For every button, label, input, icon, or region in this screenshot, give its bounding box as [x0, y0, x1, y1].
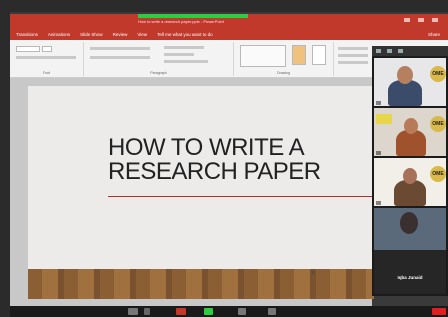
leave-meeting-button[interactable] [432, 308, 446, 315]
participant-tile[interactable]: OME [374, 58, 446, 106]
ribbon-group-drawing: Drawing [234, 42, 334, 76]
panel-toolbar [372, 46, 448, 56]
font-format-buttons[interactable] [16, 56, 76, 59]
close-icon[interactable] [432, 18, 438, 22]
ribbon-tabs: Transitions Animations Slide Show Review… [10, 28, 448, 40]
shapes-gallery[interactable] [240, 45, 286, 67]
share-button[interactable]: Share [428, 32, 440, 37]
slide[interactable]: HOW TO WRITE A RESEARCH PAPER ↖ [28, 86, 374, 299]
font-group-label: Font [42, 71, 50, 75]
shape-outline-button[interactable] [338, 54, 368, 57]
slide-title: HOW TO WRITE A RESEARCH PAPER [108, 136, 378, 184]
slide-title-line2: RESEARCH PAPER [108, 158, 321, 185]
tab-transitions[interactable]: Transitions [16, 32, 38, 37]
grid-view-icon[interactable] [376, 49, 381, 53]
ribbon-group-paragraph: Paragraph [84, 42, 234, 76]
tab-review[interactable]: Review [113, 32, 128, 37]
wall-sign [376, 114, 392, 124]
reactions-icon[interactable] [268, 308, 276, 315]
tab-view[interactable]: View [137, 32, 147, 37]
convert-smartart-button[interactable] [164, 60, 208, 63]
paragraph-buttons-row1[interactable] [90, 47, 150, 50]
participant-tile-active[interactable]: Iqba Junaid [374, 208, 446, 294]
wood-floor-graphic [28, 269, 374, 299]
ribbon-group-shape-format [334, 42, 374, 76]
participant-name-label [376, 101, 381, 105]
title-underline [108, 196, 374, 197]
participant-face [404, 118, 418, 134]
tab-animations[interactable]: Animations [48, 32, 70, 37]
share-screen-icon[interactable] [204, 308, 213, 315]
quick-styles-button[interactable] [312, 45, 326, 65]
participant-tile[interactable]: OME [374, 108, 446, 156]
participant-name-label [376, 201, 381, 205]
font-size-box[interactable] [42, 46, 52, 52]
organization-logo: OME [430, 116, 446, 132]
participants-panel: OME OME OME Iqba Junaid [372, 46, 448, 296]
paragraph-buttons-row2[interactable] [90, 56, 150, 59]
align-text-button[interactable] [164, 53, 194, 56]
font-name-box[interactable] [16, 46, 40, 52]
minimize-icon[interactable] [404, 18, 410, 22]
slide-title-line1: HOW TO WRITE A [108, 134, 305, 161]
text-direction-button[interactable] [164, 46, 204, 49]
record-icon[interactable] [238, 308, 246, 315]
maximize-icon[interactable] [418, 18, 424, 22]
participant-name-label [376, 151, 381, 155]
participant-tile[interactable]: OME [374, 158, 446, 206]
screenshot: How to write a research paper.pptx - Pow… [0, 0, 448, 317]
arrange-button[interactable] [292, 45, 306, 65]
mouse-cursor-icon: ↖ [311, 271, 317, 277]
organization-logo: OME [430, 66, 446, 82]
active-speaker-name: Iqba Junaid [397, 275, 423, 280]
participant-face [403, 168, 417, 184]
participant-face [397, 66, 413, 84]
participant-face [400, 212, 418, 234]
tab-slide-show[interactable]: Slide Show [80, 32, 103, 37]
chat-icon[interactable] [176, 308, 186, 315]
organization-logo: OME [430, 166, 446, 182]
shape-effects-button[interactable] [338, 61, 368, 64]
ribbon-group-font: Font [10, 42, 84, 76]
document-title: How to write a research paper.pptx - Pow… [138, 19, 224, 24]
meeting-toolbar [10, 306, 448, 317]
title-bar: How to write a research paper.pptx - Pow… [10, 14, 448, 28]
caret-icon[interactable] [144, 308, 150, 315]
recording-indicator [138, 14, 248, 18]
speaker-view-icon[interactable] [387, 49, 392, 53]
window-controls[interactable] [404, 18, 438, 22]
drawing-group-label: Drawing [277, 71, 290, 75]
paragraph-group-label: Paragraph [150, 71, 167, 75]
participants-icon[interactable] [128, 308, 138, 315]
tell-me-search[interactable]: Tell me what you want to do [157, 32, 213, 37]
shape-fill-button[interactable] [338, 47, 368, 50]
hide-panel-icon[interactable] [398, 49, 403, 53]
